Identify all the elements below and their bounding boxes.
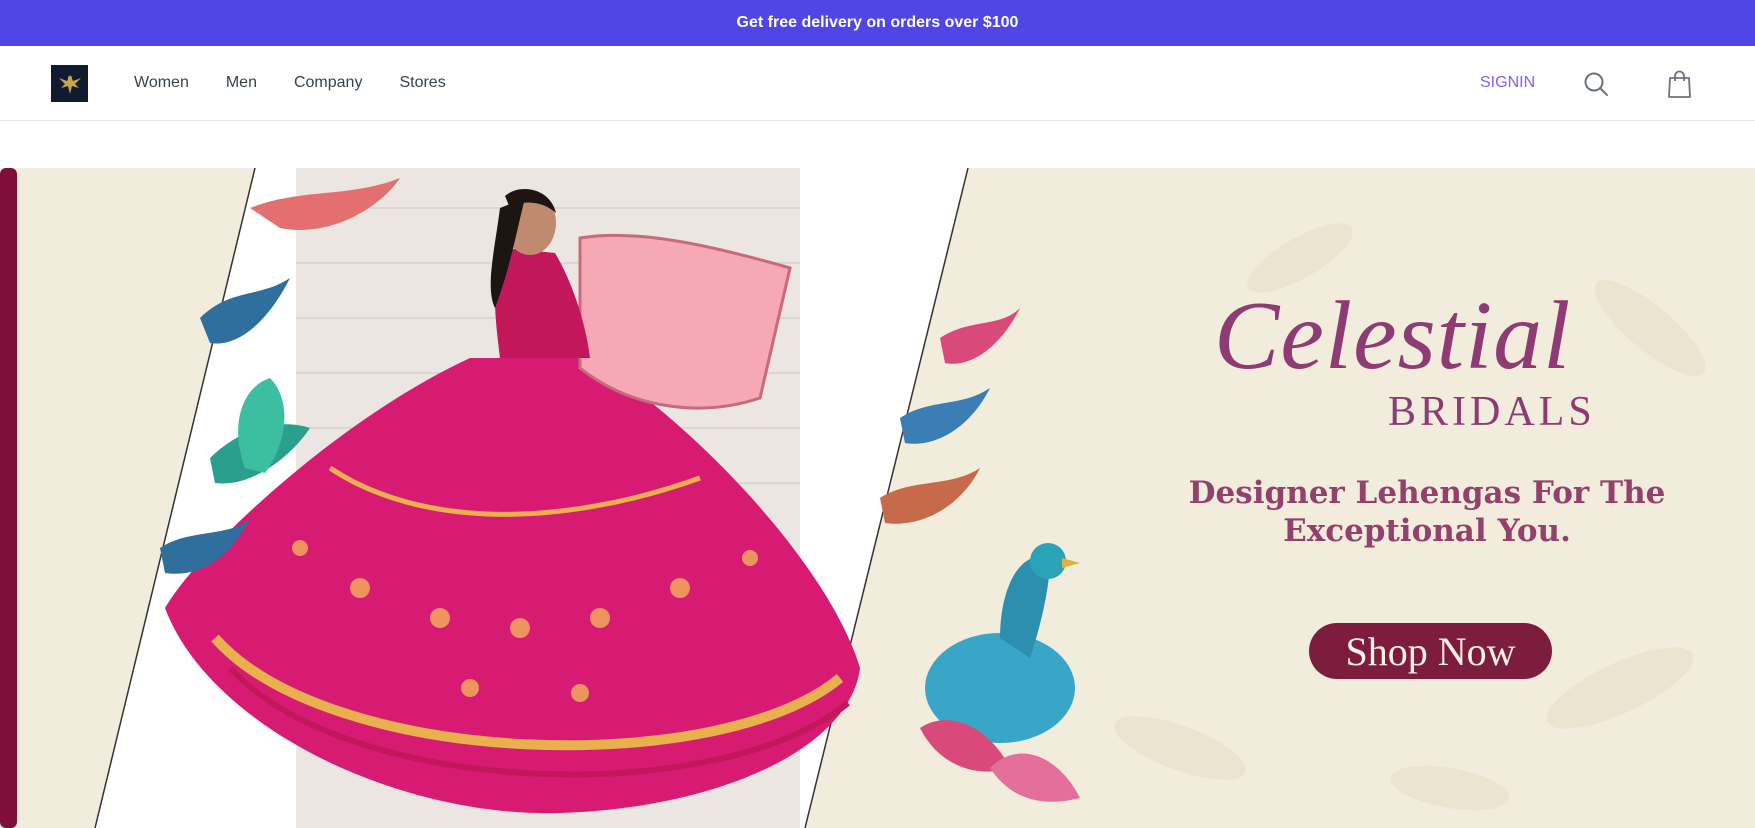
brand-subtitle: BRIDALS: [1388, 389, 1596, 435]
nav-link-women[interactable]: Women: [134, 74, 189, 92]
search-button[interactable]: [1583, 71, 1609, 97]
promo-text: Get free delivery on orders over $100: [736, 14, 1019, 31]
shopping-bag-icon: [1668, 70, 1691, 98]
signin-link[interactable]: SIGNIN: [1480, 74, 1535, 92]
nav-link-men[interactable]: Men: [226, 74, 257, 92]
eagle-logo-icon: [58, 74, 81, 94]
top-navbar: Women Men Company Stores SIGNIN: [0, 46, 1755, 121]
logo[interactable]: [51, 65, 88, 102]
brand-script-title: Celestial: [1214, 282, 1572, 390]
nav-link-company[interactable]: Company: [294, 74, 362, 92]
cart-button[interactable]: [1666, 70, 1693, 98]
search-icon: [1584, 72, 1608, 96]
hero-banner: Celestial BRIDALS Designer Lehengas For …: [0, 168, 1755, 828]
shop-now-button[interactable]: Shop Now: [1309, 623, 1552, 679]
main-nav: Women Men Company Stores: [134, 46, 446, 120]
hero-tagline: Designer Lehengas For The Exceptional Yo…: [1188, 475, 1666, 549]
promo-banner: Get free delivery on orders over $100: [0, 0, 1755, 46]
nav-link-stores[interactable]: Stores: [399, 74, 445, 92]
